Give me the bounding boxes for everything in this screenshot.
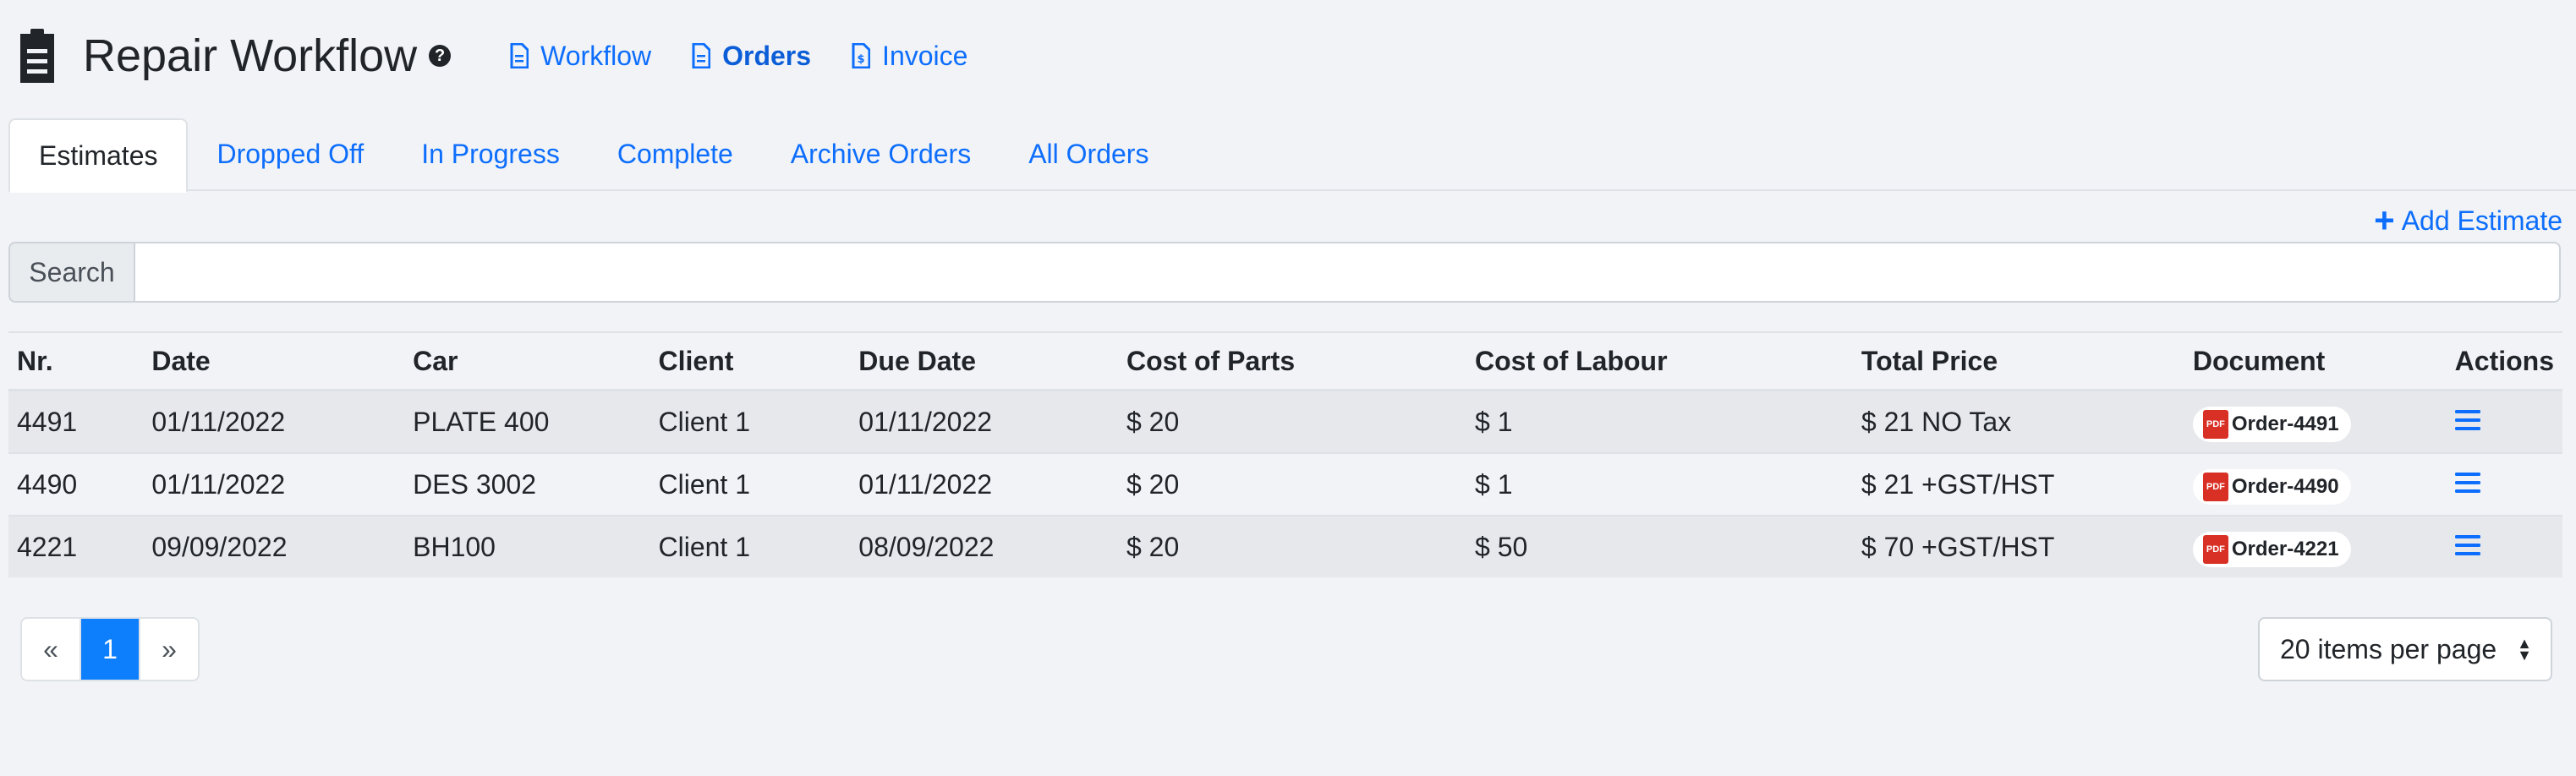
table-row[interactable]: 4491 01/11/2022 PLATE 400 Client 1 01/11… <box>8 389 2562 453</box>
cell-due-date: 01/11/2022 <box>850 389 1118 453</box>
add-estimate-label: Add Estimate <box>2401 205 2562 236</box>
cell-client: Client 1 <box>649 389 851 453</box>
tab-archive-orders[interactable]: Archive Orders <box>762 118 1000 189</box>
cell-due-date: 08/09/2022 <box>850 515 1118 577</box>
nav-orders-label: Orders <box>722 40 812 71</box>
document-link[interactable]: PDF Order-4221 <box>2192 531 2351 567</box>
search-group: Search <box>8 242 2561 303</box>
svg-text:$: $ <box>858 53 865 66</box>
help-icon[interactable]: ? <box>429 45 452 67</box>
document-label: Order-4490 <box>2231 474 2339 498</box>
clipboard-icon <box>20 29 54 83</box>
tab-all-orders[interactable]: All Orders <box>1000 118 1177 189</box>
menu-icon[interactable] <box>2454 409 2480 431</box>
cell-actions <box>2446 452 2562 516</box>
page-button-current[interactable]: 1 <box>81 619 140 680</box>
cell-total-price: $ 70 +GST/HST <box>1852 515 2184 577</box>
col-header-car[interactable]: Car <box>404 331 650 391</box>
nav-workflow-link[interactable]: Workflow <box>510 41 651 72</box>
select-caret-icon: ▲ ▼ <box>2517 635 2532 664</box>
col-header-document: Document <box>2184 331 2447 391</box>
table-row[interactable]: 4490 01/11/2022 DES 3002 Client 1 01/11/… <box>8 452 2562 516</box>
cell-cost-labour: $ 50 <box>1466 515 1853 577</box>
file-invoice-icon: $ <box>852 43 871 68</box>
orders-table: Nr. Date Car Client Due Date Cost of Par… <box>8 331 2562 577</box>
cell-nr: 4221 <box>8 515 144 577</box>
col-header-cost-parts[interactable]: Cost of Parts <box>1117 331 1467 391</box>
nav-workflow-label: Workflow <box>540 40 652 71</box>
document-link[interactable]: PDF Order-4490 <box>2192 468 2351 505</box>
table-row[interactable]: 4221 09/09/2022 BH100 Client 1 08/09/202… <box>8 515 2562 577</box>
cell-actions <box>2446 515 2562 577</box>
col-header-actions: Actions <box>2446 331 2562 391</box>
nav-invoice-link[interactable]: $ Invoice <box>852 41 967 72</box>
cell-total-price: $ 21 +GST/HST <box>1852 452 2184 516</box>
cell-actions <box>2446 389 2562 453</box>
col-header-total-price[interactable]: Total Price <box>1852 331 2184 391</box>
pdf-icon: PDF <box>2202 409 2228 439</box>
col-header-cost-labour[interactable]: Cost of Labour <box>1466 331 1853 391</box>
col-header-nr[interactable]: Nr. <box>8 331 144 391</box>
header-nav: Workflow Orders $ Invoice <box>510 41 967 72</box>
add-estimate-button[interactable]: + Add Estimate <box>2374 203 2562 238</box>
status-tabs: Estimates Dropped Off In Progress Comple… <box>8 118 2576 193</box>
next-page-button[interactable]: » <box>140 619 198 680</box>
cell-cost-labour: $ 1 <box>1466 452 1853 516</box>
col-header-due-date[interactable]: Due Date <box>850 331 1118 391</box>
plus-icon: + <box>2374 200 2395 240</box>
items-per-page-value: 20 items per page <box>2280 633 2497 664</box>
tab-estimates[interactable]: Estimates <box>8 118 189 193</box>
search-label: Search <box>8 242 135 303</box>
page-title: Repair Workflow <box>83 30 418 81</box>
col-header-client[interactable]: Client <box>649 331 851 391</box>
file-icon <box>510 43 529 68</box>
table-header-row: Nr. Date Car Client Due Date Cost of Par… <box>8 331 2562 391</box>
cell-client: Client 1 <box>649 515 851 577</box>
nav-orders-link[interactable]: Orders <box>692 41 811 72</box>
items-per-page-select[interactable]: 20 items per page ▲ ▼ <box>2258 617 2552 681</box>
tab-in-progress[interactable]: In Progress <box>392 118 589 189</box>
cell-nr: 4490 <box>8 452 144 516</box>
cell-cost-parts: $ 20 <box>1117 389 1467 453</box>
tab-complete[interactable]: Complete <box>589 118 762 189</box>
cell-nr: 4491 <box>8 389 144 453</box>
menu-icon[interactable] <box>2454 534 2480 556</box>
document-link[interactable]: PDF Order-4491 <box>2192 406 2351 442</box>
cell-car: BH100 <box>404 515 650 577</box>
file-text-icon <box>692 43 711 68</box>
menu-icon[interactable] <box>2454 472 2480 494</box>
document-label: Order-4491 <box>2231 412 2339 435</box>
cell-total-price: $ 21 NO Tax <box>1852 389 2184 453</box>
nav-invoice-label: Invoice <box>882 40 968 71</box>
pagination: « 1 » <box>20 617 200 681</box>
document-label: Order-4221 <box>2231 537 2339 560</box>
col-header-date[interactable]: Date <box>143 331 405 391</box>
search-input[interactable] <box>135 242 2561 303</box>
cell-date: 01/11/2022 <box>143 452 405 516</box>
prev-page-button[interactable]: « <box>22 619 81 680</box>
cell-cost-parts: $ 20 <box>1117 515 1467 577</box>
cell-date: 01/11/2022 <box>143 389 405 453</box>
cell-due-date: 01/11/2022 <box>850 452 1118 516</box>
tab-dropped-off[interactable]: Dropped Off <box>188 118 392 189</box>
cell-cost-parts: $ 20 <box>1117 452 1467 516</box>
cell-document: PDF Order-4490 <box>2184 452 2447 516</box>
pdf-icon: PDF <box>2202 534 2228 564</box>
cell-date: 09/09/2022 <box>143 515 405 577</box>
cell-client: Client 1 <box>649 452 851 516</box>
cell-car: PLATE 400 <box>404 389 650 453</box>
page-header: Repair Workflow ? Workflow Orders $ Invo… <box>17 24 967 88</box>
cell-document: PDF Order-4221 <box>2184 515 2447 577</box>
pdf-icon: PDF <box>2202 472 2228 501</box>
cell-cost-labour: $ 1 <box>1466 389 1853 453</box>
cell-document: PDF Order-4491 <box>2184 389 2447 453</box>
cell-car: DES 3002 <box>404 452 650 516</box>
